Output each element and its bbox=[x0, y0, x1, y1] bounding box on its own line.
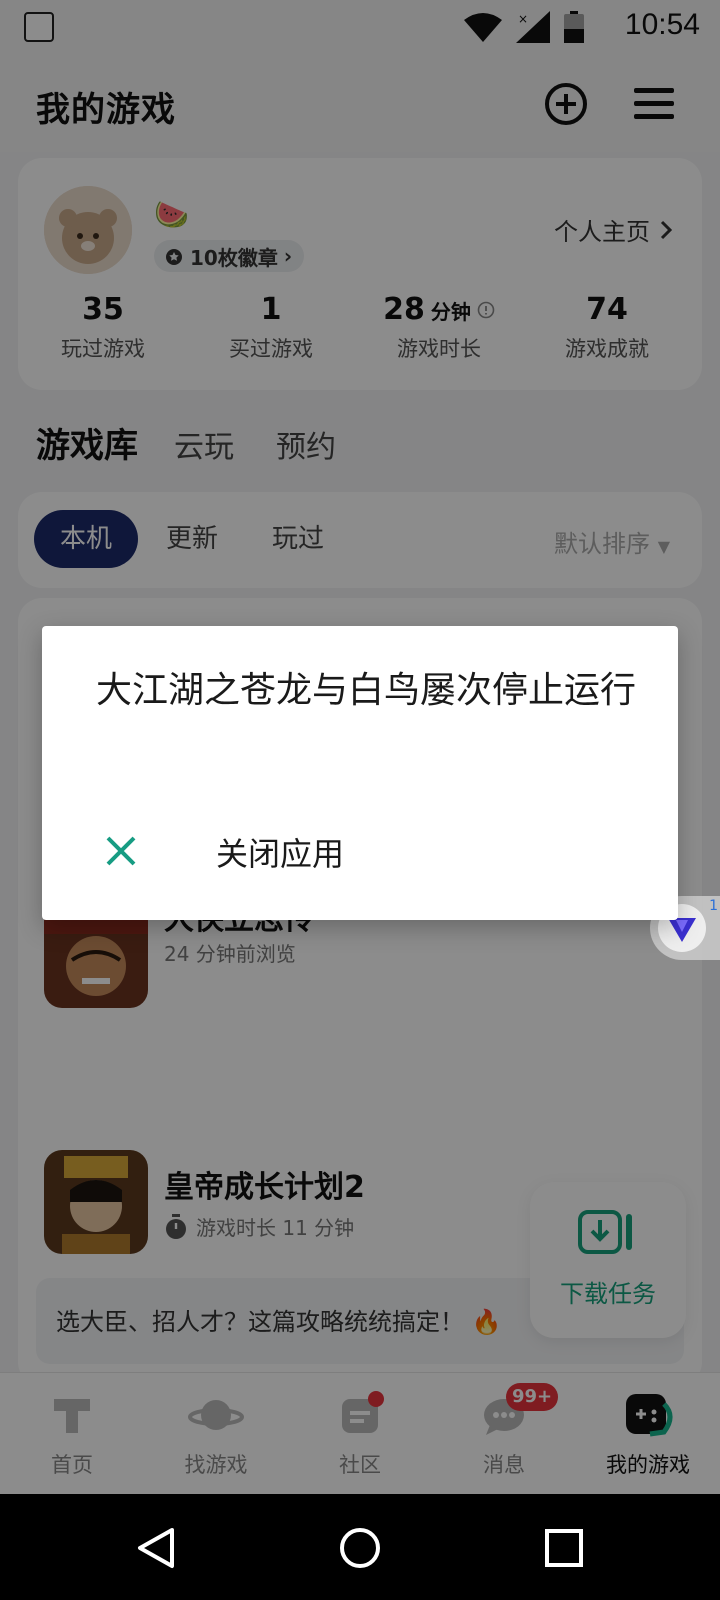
dialog-title: 大江湖之苍龙与白鸟屡次停止运行 bbox=[96, 670, 637, 711]
close-app-label: 关闭应用 bbox=[216, 835, 345, 873]
home-button[interactable] bbox=[332, 1520, 388, 1576]
system-nav-bar bbox=[0, 1494, 720, 1600]
crash-dialog: 大江湖之苍龙与白鸟屡次停止运行 关闭应用 bbox=[42, 626, 678, 920]
status-dim-overlay bbox=[0, 0, 720, 52]
recents-button[interactable] bbox=[536, 1520, 592, 1576]
bubble-count: 1 bbox=[709, 898, 718, 914]
back-button[interactable] bbox=[128, 1520, 184, 1576]
back-icon bbox=[138, 1528, 174, 1568]
close-icon bbox=[106, 836, 136, 866]
home-circle-icon bbox=[340, 1528, 380, 1568]
recents-icon bbox=[545, 1529, 583, 1567]
close-app-button[interactable]: 关闭应用 bbox=[96, 822, 396, 882]
